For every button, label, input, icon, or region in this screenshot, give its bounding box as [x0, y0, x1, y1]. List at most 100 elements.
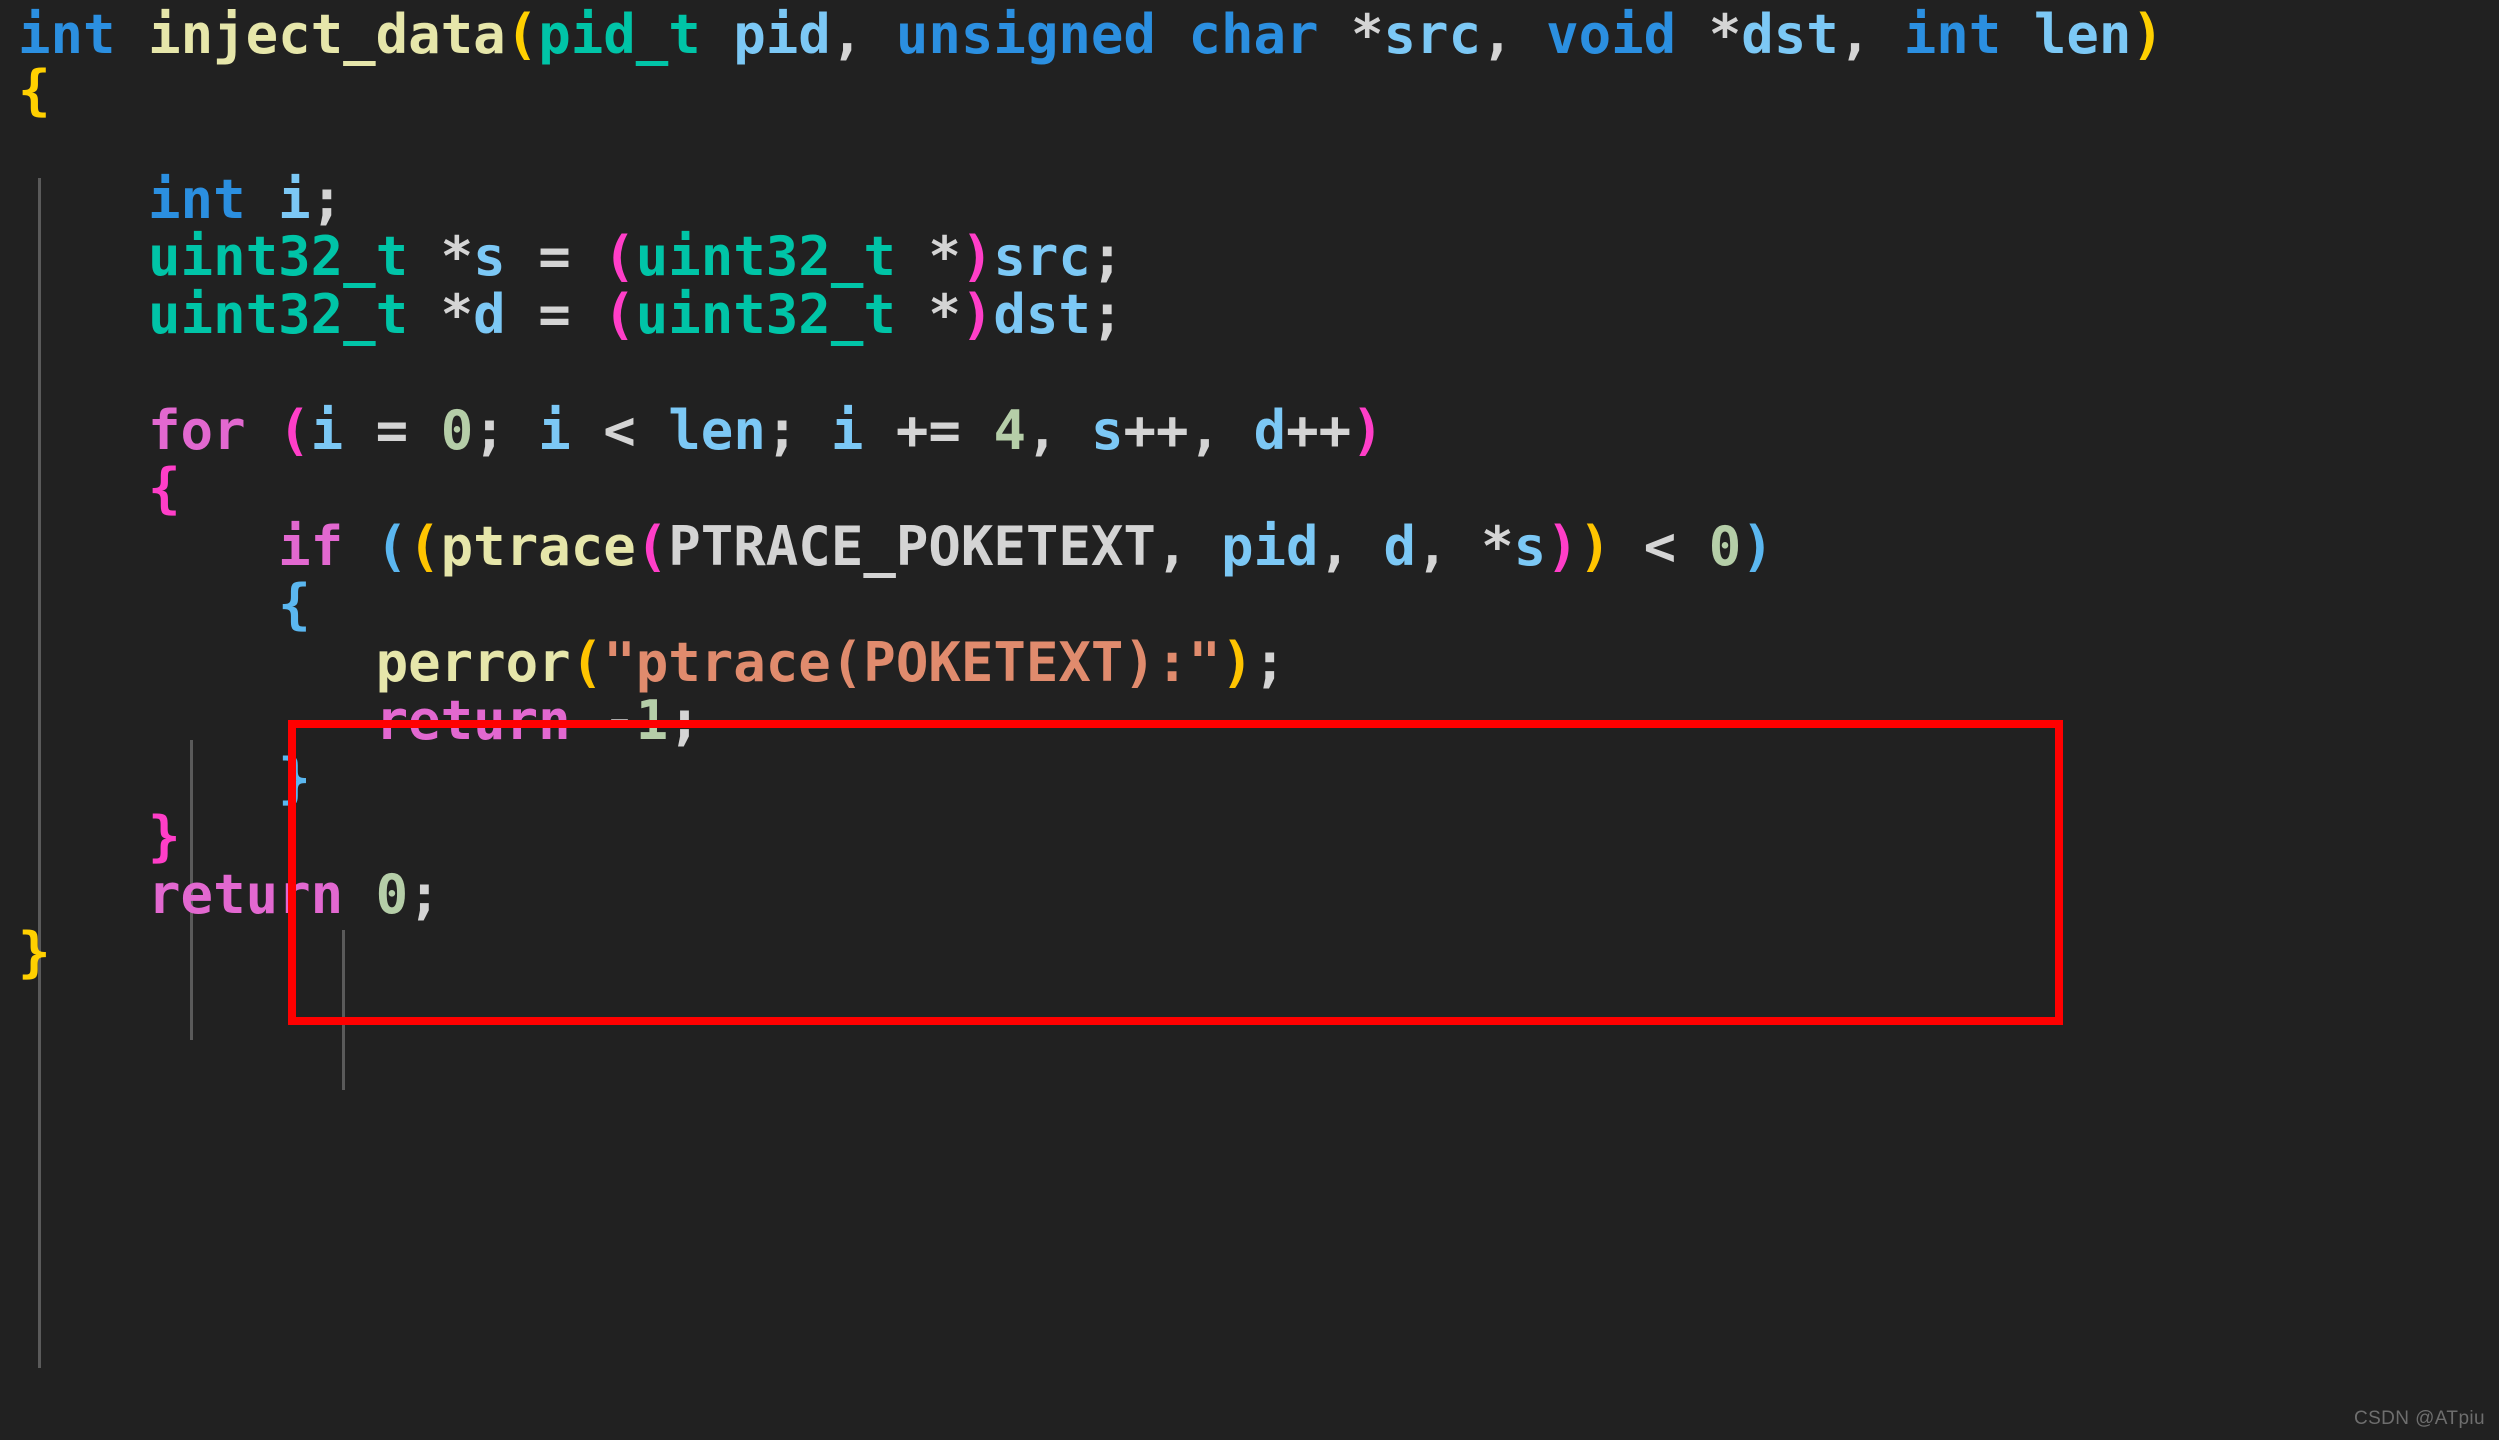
code-token: d — [1253, 399, 1287, 462]
code-token: d — [473, 283, 506, 346]
code-token: void — [1546, 3, 1677, 66]
code-token: ( — [635, 515, 669, 578]
code-token: s — [1513, 515, 1547, 578]
code-token: * — [928, 225, 961, 288]
code-line-12[interactable]: return -1; — [18, 692, 701, 750]
red-annotation-box — [288, 720, 2063, 1025]
code-token: perror — [375, 631, 571, 694]
code-token: 4 — [993, 399, 1026, 462]
code-token: = — [343, 399, 441, 462]
code-token: char — [1188, 3, 1319, 66]
code-token: ; — [1090, 225, 1124, 288]
code-token: ( — [505, 3, 539, 66]
code-token: * — [1708, 3, 1742, 66]
code-token: return — [375, 689, 571, 752]
code-line-16[interactable]: } — [18, 924, 51, 982]
code-line-1[interactable]: int inject_data(pid_t pid, unsigned char… — [18, 6, 2164, 64]
code-token: ) — [1546, 515, 1579, 578]
code-token: * — [440, 225, 474, 288]
indent-guide-3 — [342, 930, 345, 1090]
code-token: { — [278, 573, 311, 636]
code-line-11[interactable]: perror("ptrace(POKETEXT):"); — [18, 634, 1286, 692]
code-surface[interactable]: int inject_data(pid_t pid, unsigned char… — [0, 0, 2499, 1440]
code-line-3[interactable]: int i; — [18, 171, 343, 229]
code-token: if — [278, 515, 344, 578]
code-token: ) — [1741, 515, 1774, 578]
code-line-15[interactable]: return 0; — [18, 866, 441, 924]
code-token: ++ — [1123, 399, 1189, 462]
code-token: = — [505, 283, 604, 346]
code-line-6[interactable] — [18, 344, 51, 402]
code-token: for — [148, 399, 246, 462]
code-token: i — [538, 399, 571, 462]
code-token: - — [603, 689, 636, 752]
code-line-2[interactable]: { — [18, 62, 51, 120]
code-token: ) — [960, 283, 994, 346]
code-token: int — [18, 3, 116, 66]
code-line-8[interactable]: { — [18, 460, 181, 518]
code-token: } — [278, 747, 311, 810]
code-token: ( — [375, 515, 409, 578]
code-token: int — [1903, 3, 2002, 66]
code-line-10[interactable]: { — [18, 576, 311, 634]
code-token: 0 — [440, 399, 474, 462]
code-line-7[interactable]: for (i = 0; i < len; i += 4, s++, d++) — [18, 402, 1384, 460]
code-token: inject_data — [148, 3, 506, 66]
code-token: * — [1481, 515, 1514, 578]
code-token: ; — [473, 399, 539, 462]
code-token: < — [1611, 515, 1709, 578]
code-token: int — [148, 168, 246, 231]
code-token: , — [1188, 399, 1254, 462]
code-token: ; — [668, 689, 701, 752]
code-token: ; — [310, 168, 344, 231]
code-token: pid_t — [538, 3, 701, 66]
code-token: dst — [993, 283, 1091, 346]
code-editor: int inject_data(pid_t pid, unsigned char… — [0, 0, 2499, 1440]
code-token: 0 — [1708, 515, 1742, 578]
code-token: += — [863, 399, 994, 462]
code-token: ( — [603, 283, 636, 346]
code-token: * — [1351, 3, 1384, 66]
code-line-5[interactable]: uint32_t *d = (uint32_t *)dst; — [18, 286, 1123, 344]
code-line-9[interactable]: if ((ptrace(PTRACE_POKETEXT, pid, d, *s)… — [18, 518, 1774, 576]
code-token: s — [1090, 399, 1124, 462]
code-token: { — [148, 457, 181, 520]
code-token: ( — [603, 225, 636, 288]
code-token: ) — [1351, 399, 1384, 462]
code-token: src — [993, 225, 1091, 288]
code-token: ) — [1578, 515, 1612, 578]
code-token: < — [570, 399, 669, 462]
code-token: } — [18, 921, 51, 984]
code-token: { — [18, 59, 51, 122]
code-token: PTRACE_POKETEXT — [668, 515, 1156, 578]
code-token: i — [830, 399, 864, 462]
code-token: uint32_t — [148, 225, 409, 288]
code-line-4[interactable]: uint32_t *s = (uint32_t *)src; — [18, 228, 1123, 286]
code-line-13[interactable]: } — [18, 750, 311, 808]
code-token: ) — [1220, 631, 1254, 694]
code-token: * — [440, 283, 474, 346]
code-token: , — [1318, 515, 1384, 578]
code-token: uint32_t — [635, 225, 896, 288]
code-token: ( — [278, 399, 311, 462]
code-token: ++ — [1286, 399, 1352, 462]
code-line-14[interactable]: } — [18, 808, 181, 866]
code-token: , — [1838, 3, 1904, 66]
